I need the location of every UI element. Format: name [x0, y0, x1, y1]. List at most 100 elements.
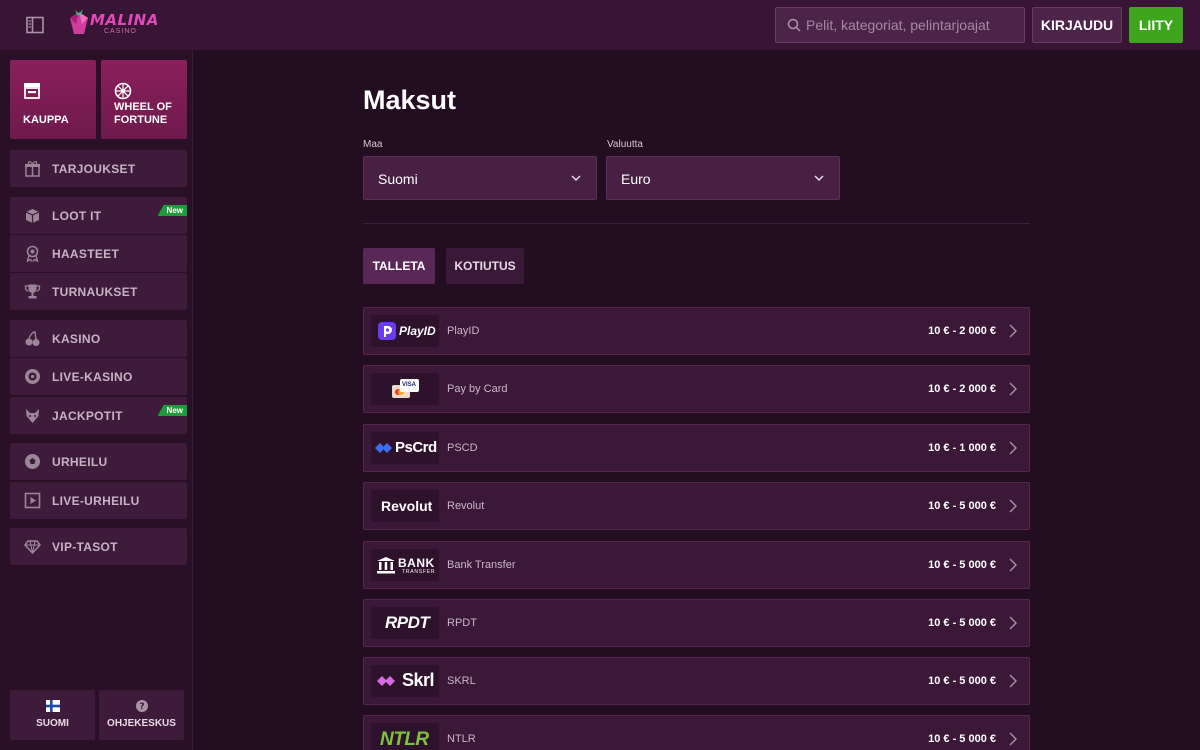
wheel-icon: [114, 82, 132, 100]
wolf-icon: [26, 409, 39, 423]
currency-select[interactable]: Euro: [606, 156, 840, 200]
sidebar-item-sports[interactable]: URHEILU: [10, 443, 187, 480]
new-badge: New: [157, 205, 187, 216]
playid-logo-text: PlayID: [399, 324, 436, 338]
sidebar-item-label: VIP-TASOT: [52, 540, 118, 554]
playid-logo-icon: [378, 322, 396, 340]
country-value: Suomi: [378, 171, 418, 187]
rpdt-logo-text: RPDT: [385, 613, 430, 632]
sidebar-item-label: LOOT IT: [52, 209, 102, 223]
cherries-icon: [25, 330, 40, 346]
payment-method-row[interactable]: PlayID PlayID 10 € - 2 000 €: [363, 307, 1030, 355]
pscd-logo: PsCrd: [371, 432, 439, 464]
country-label: Maa: [363, 139, 383, 150]
method-range: 10 € - 5 000 €: [928, 675, 996, 687]
svg-text:?: ?: [139, 702, 144, 712]
revolut-logo: Revolut: [371, 490, 439, 522]
sidebar-tile-shop[interactable]: KAUPPA: [10, 60, 96, 139]
chevron-right-icon: [1009, 674, 1017, 688]
language-selector[interactable]: SUOMI: [10, 690, 95, 740]
search-icon: [787, 18, 801, 32]
sidebar-item-label: TURNAUKSET: [52, 285, 138, 299]
rpdt-logo: RPDT: [371, 607, 439, 639]
payment-method-row[interactable]: RPDT RPDT 10 € - 5 000 €: [363, 599, 1030, 647]
chevron-down-icon: [814, 175, 824, 182]
method-range: 10 € - 2 000 €: [928, 383, 996, 395]
ntlr-logo: NTLR: [371, 723, 439, 750]
bank-logo-text: BANK: [398, 556, 435, 570]
country-select[interactable]: Suomi: [363, 156, 597, 200]
chevron-down-icon: [571, 175, 581, 182]
chevron-right-icon: [1009, 558, 1017, 572]
shop-icon: [24, 83, 40, 99]
sidebar-item-loot-it[interactable]: LOOT IT New: [10, 197, 187, 234]
method-name: Bank Transfer: [447, 559, 516, 571]
new-badge: New: [157, 405, 187, 416]
sidebar-tile-label: KAUPPA: [23, 114, 69, 126]
sidebar-item-label: URHEILU: [52, 455, 108, 469]
sidebar-item-vip[interactable]: VIP-TASOT: [10, 528, 187, 565]
join-button[interactable]: LIITY: [1129, 7, 1183, 43]
method-name: PSCD: [447, 442, 478, 454]
top-header: MALINA CASINO KIRJAUDU LIITY: [0, 0, 1200, 50]
revolut-logo-text: Revolut: [381, 498, 433, 514]
sidebar-item-label: HAASTEET: [52, 247, 120, 261]
payment-method-row[interactable]: VISA Pay by Card 10 € - 2 000 €: [363, 365, 1030, 413]
payment-method-row[interactable]: PsCrd PSCD 10 € - 1 000 €: [363, 424, 1030, 472]
payment-method-row[interactable]: NTLR NTLR 10 € - 5 000 €: [363, 715, 1030, 750]
sidebar-item-label: TARJOUKSET: [52, 162, 136, 176]
method-range: 10 € - 1 000 €: [928, 442, 996, 454]
sidebar-item-offers[interactable]: TARJOUKSET: [10, 150, 187, 187]
brand-name: MALINA: [90, 11, 159, 29]
currency-label: Valuutta: [607, 139, 643, 150]
sidebar-item-tournaments[interactable]: TURNAUKSET: [10, 273, 187, 310]
bank-transfer-logo: BANK TRANSFER: [371, 549, 439, 581]
tab-withdraw[interactable]: KOTIUTUS: [446, 248, 524, 284]
sidebar-item-live-casino[interactable]: LIVE-KASINO: [10, 358, 187, 395]
payment-method-row[interactable]: Skrl SKRL 10 € - 5 000 €: [363, 657, 1030, 705]
sidebar-item-jackpots[interactable]: JACKPOTIT New: [10, 397, 187, 434]
method-name: Revolut: [447, 500, 485, 512]
sidebar-item-challenges[interactable]: HAASTEET: [10, 235, 187, 272]
method-range: 10 € - 5 000 €: [928, 617, 996, 629]
payment-method-row[interactable]: Revolut Revolut 10 € - 5 000 €: [363, 482, 1030, 530]
skrl-logo-icon: [377, 676, 395, 686]
finland-flag-icon: [45, 700, 60, 712]
chevron-right-icon: [1009, 732, 1017, 746]
sidebar-item-label: LIVE-URHEILU: [52, 494, 140, 508]
playid-logo: PlayID: [371, 315, 439, 347]
login-button[interactable]: KIRJAUDU: [1032, 7, 1122, 43]
sidebar-item-live-sports[interactable]: LIVE-URHEILU: [10, 482, 187, 519]
brand-sub: CASINO: [104, 28, 137, 35]
sidebar-tile-wheel[interactable]: WHEEL OF FORTUNE: [101, 60, 187, 139]
section-divider: [363, 223, 1030, 224]
method-range: 10 € - 5 000 €: [928, 559, 996, 571]
method-name: PlayID: [447, 325, 480, 337]
method-name: NTLR: [447, 733, 476, 745]
language-label: SUOMI: [36, 718, 69, 729]
chevron-right-icon: [1009, 441, 1017, 455]
sidebar-item-label: KASINO: [52, 332, 101, 346]
chevron-right-icon: [1009, 324, 1017, 338]
sidebar: KAUPPA WHEEL OF FORTUNE TARJOUKSET LOOT …: [0, 50, 193, 750]
method-range: 10 € - 5 000 €: [928, 500, 996, 512]
currency-value: Euro: [621, 171, 651, 187]
search-box[interactable]: [775, 7, 1025, 43]
method-name: Pay by Card: [447, 383, 508, 395]
payment-method-row[interactable]: BANK TRANSFER Bank Transfer 10 € - 5 000…: [363, 541, 1030, 589]
roulette-icon: [25, 369, 40, 384]
football-icon: [25, 454, 40, 469]
chevron-right-icon: [1009, 382, 1017, 396]
tab-deposit[interactable]: TALLETA: [363, 248, 435, 284]
chevron-right-icon: [1009, 499, 1017, 513]
trophy-icon: [24, 284, 41, 299]
sidebar-item-casino[interactable]: KASINO: [10, 320, 187, 357]
sidebar-toggle-icon[interactable]: [25, 15, 45, 35]
bank-icon: [377, 557, 395, 574]
method-name: SKRL: [447, 675, 476, 687]
help-center-button[interactable]: ? OHJEKESKUS: [99, 690, 184, 740]
skrl-logo: Skrl: [371, 665, 439, 697]
casino-logo[interactable]: MALINA CASINO: [66, 8, 166, 40]
method-range: 10 € - 2 000 €: [928, 325, 996, 337]
search-input[interactable]: [806, 8, 1021, 42]
